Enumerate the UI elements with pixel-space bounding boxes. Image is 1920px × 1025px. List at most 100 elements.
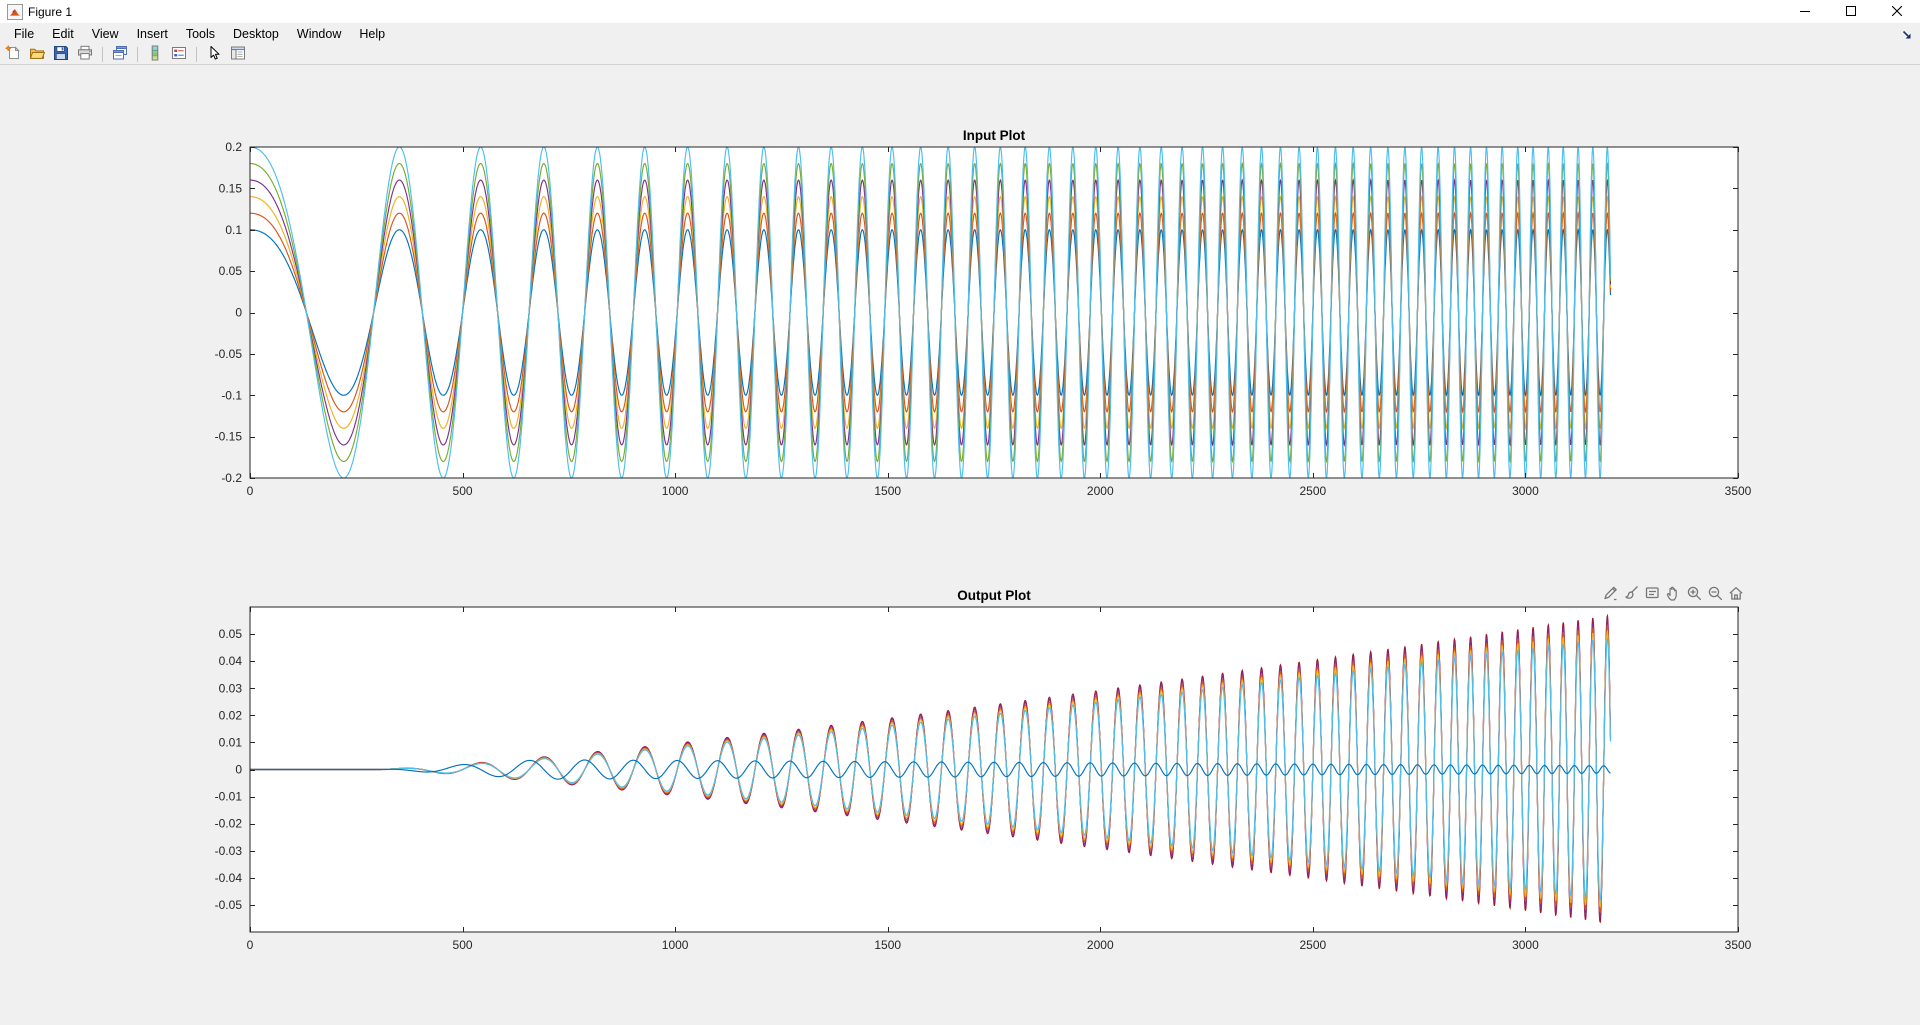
input-plot-xtick-label: 2500: [1300, 484, 1327, 498]
insert-colorbar-icon: [147, 45, 163, 64]
output-plot-ytick-label: -0.04: [215, 871, 243, 885]
axes-toolbar: [1600, 584, 1745, 604]
output-plot-xtick-label: 2000: [1087, 938, 1114, 952]
close-icon: [1892, 4, 1902, 19]
output-plot-title: Output Plot: [957, 588, 1031, 603]
datatips-icon: [1643, 584, 1661, 605]
output-plot-xtick-label: 0: [247, 938, 254, 952]
output-plot-xtick-label: 1500: [874, 938, 901, 952]
input-plot-ytick-label: 0.2: [225, 140, 242, 154]
minimize-icon: [1800, 4, 1810, 19]
figure-canvas: 0 500 1000 1500 2000 2500 3000 3500 -0.2 -0.15 -0.…: [0, 66, 1920, 1025]
output-plot-ytick-label: 0.02: [219, 708, 243, 722]
menu-help[interactable]: Help: [350, 24, 394, 44]
input-plot-ytick-label: -0.1: [221, 388, 242, 402]
window-title: Figure 1: [28, 5, 72, 19]
input-plot-xtick-label: 1000: [662, 484, 689, 498]
output-plot-region: 0 500 1000 1500 2000 2500 3000 3500 -0.05 -0.04 -0…: [175, 575, 1790, 970]
output-plot-ytick-label: 0.03: [219, 681, 243, 695]
brush-button[interactable]: [1621, 585, 1640, 604]
input-plot-xtick-label: 3500: [1725, 484, 1752, 498]
new-figure-icon: [5, 45, 21, 64]
input-plot-xtick-label: 3000: [1512, 484, 1539, 498]
export-icon: [1601, 584, 1619, 605]
window-controls: [1782, 0, 1920, 23]
minimize-button[interactable]: [1782, 0, 1828, 23]
menu-view[interactable]: View: [83, 24, 128, 44]
zoom-out-icon: [1706, 584, 1724, 605]
print-figure-button[interactable]: [75, 46, 95, 64]
output-plot-ytick-label: 0.01: [219, 735, 243, 749]
input-plot-title: Input Plot: [963, 128, 1026, 143]
brush-icon: [1622, 584, 1640, 605]
output-plot-xtick-label: 3000: [1512, 938, 1539, 952]
window-titlebar[interactable]: Figure 1: [0, 0, 1920, 23]
print-figure-icon: [77, 45, 93, 64]
input-plot-ytick-label: 0: [235, 306, 242, 320]
toolbar-separator: [196, 47, 197, 62]
insert-colorbar-button[interactable]: [145, 46, 165, 64]
insert-legend-button[interactable]: [169, 46, 189, 64]
output-plot-ytick-label: 0: [235, 763, 242, 777]
input-plot-ytick-label: 0.1: [225, 223, 242, 237]
menu-edit[interactable]: Edit: [43, 24, 83, 44]
new-figure-button[interactable]: [3, 46, 23, 64]
output-plot-ytick-label: 0.05: [219, 627, 243, 641]
save-figure-button[interactable]: [51, 46, 71, 64]
maximize-icon: [1846, 4, 1856, 19]
restore-view-icon: [1727, 584, 1745, 605]
menu-window[interactable]: Window: [288, 24, 350, 44]
matlab-figure-icon: [7, 4, 23, 20]
output-plot-xtick-label: 1000: [662, 938, 689, 952]
export-button[interactable]: [1600, 585, 1619, 604]
menu-tools[interactable]: Tools: [177, 24, 224, 44]
output-plot-xtick-label: 2500: [1300, 938, 1327, 952]
menu-desktop[interactable]: Desktop: [224, 24, 288, 44]
output-plot-ytick-label: 0.04: [219, 654, 243, 668]
input-plot-ytick-label: -0.15: [215, 430, 243, 444]
input-plot-ytick-label: -0.2: [221, 471, 242, 485]
edit-plot-button[interactable]: [204, 46, 224, 64]
dock-figure-icon[interactable]: [1900, 28, 1914, 42]
zoom-in-button[interactable]: [1684, 585, 1703, 604]
input-plot-xtick-label: 0: [247, 484, 254, 498]
input-plot-xtick-label: 500: [453, 484, 473, 498]
link-plot-icon: [112, 45, 128, 64]
input-plot-xtick-label: 2000: [1087, 484, 1114, 498]
toolbar-separator: [137, 47, 138, 62]
pan-button[interactable]: [1663, 585, 1682, 604]
input-plot-ytick-label: -0.05: [215, 347, 243, 361]
input-plot-xtick-label: 1500: [874, 484, 901, 498]
close-button[interactable]: [1874, 0, 1920, 23]
input-plot-ytick-label: 0.05: [219, 264, 243, 278]
pan-icon: [1664, 584, 1682, 605]
insert-legend-icon: [171, 45, 187, 64]
toolbar-separator: [102, 47, 103, 62]
open-file-icon: [29, 45, 45, 64]
restore-view-button[interactable]: [1726, 585, 1745, 604]
zoom-in-icon: [1685, 584, 1703, 605]
menu-insert[interactable]: Insert: [128, 24, 177, 44]
edit-plot-icon: [206, 45, 222, 64]
output-plot-ytick-label: -0.05: [215, 898, 243, 912]
output-plot-canvas[interactable]: 0 500 1000 1500 2000 2500 3000 3500 -0.05 -0.04 -0…: [175, 575, 1790, 970]
output-plot-ytick-label: -0.03: [215, 844, 243, 858]
datatips-button[interactable]: [1642, 585, 1661, 604]
link-plot-button[interactable]: [110, 46, 130, 64]
property-inspector-button[interactable]: [228, 46, 248, 64]
input-plot-ytick-label: 0.15: [219, 181, 243, 195]
menu-file[interactable]: File: [5, 24, 43, 44]
figure-toolbar: [0, 45, 1920, 65]
output-plot-ytick-label: -0.02: [215, 817, 243, 831]
maximize-button[interactable]: [1828, 0, 1874, 23]
output-plot-xtick-label: 500: [453, 938, 473, 952]
input-plot-region: 0 500 1000 1500 2000 2500 3000 3500 -0.2 -0.15 -0.…: [175, 120, 1790, 515]
menu-bar: FileEditViewInsertToolsDesktopWindowHelp: [0, 23, 1920, 45]
output-plot-ytick-label: -0.01: [215, 790, 243, 804]
input-plot-canvas[interactable]: 0 500 1000 1500 2000 2500 3000 3500 -0.2 -0.15 -0.…: [175, 120, 1790, 515]
zoom-out-button[interactable]: [1705, 585, 1724, 604]
output-plot-xtick-label: 3500: [1725, 938, 1752, 952]
property-inspector-icon: [230, 45, 246, 64]
save-figure-icon: [53, 45, 69, 64]
open-file-button[interactable]: [27, 46, 47, 64]
